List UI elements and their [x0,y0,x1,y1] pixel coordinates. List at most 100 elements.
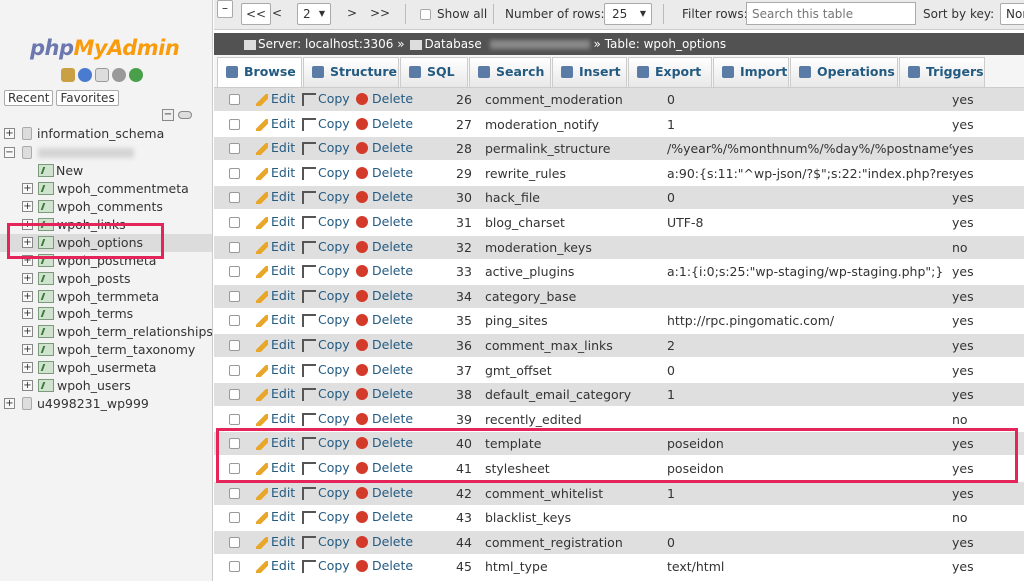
tree-db-current[interactable]: − [0,144,212,162]
option-value-cell[interactable]: a:1:{i:0;s:25:"wp-staging/wp-staging.php… [667,264,943,279]
option-name-cell[interactable]: comment_registration [485,535,623,550]
tree-table[interactable]: + wpoh_links [0,216,212,234]
row-checkbox[interactable] [229,463,240,474]
row-checkbox[interactable] [229,118,240,130]
next-page-button[interactable]: > [341,3,363,25]
settings-icon[interactable] [112,68,126,82]
option-name-cell[interactable]: html_type [485,559,548,574]
breadcrumb-server[interactable]: Server: localhost:3306 » [258,37,405,51]
info-icon[interactable] [78,68,92,82]
delete-link[interactable]: Delete [372,558,413,573]
option-id-cell[interactable]: 37 [456,363,472,378]
scroll-up-button[interactable]: – [217,0,233,18]
option-value-cell[interactable]: poseidon [667,436,724,451]
option-name-cell[interactable]: active_plugins [485,264,574,279]
copy-link[interactable]: Copy [318,312,350,327]
delete-link[interactable]: Delete [372,239,413,254]
option-value-cell[interactable]: 1 [667,387,675,402]
option-name-cell[interactable]: blog_charset [485,215,565,230]
autoload-cell[interactable]: yes [952,486,974,501]
option-name-cell[interactable]: moderation_keys [485,240,592,255]
edit-link[interactable]: Edit [271,312,295,327]
recent-tab[interactable]: Recent [4,90,54,106]
option-name-cell[interactable]: stylesheet [485,461,550,476]
delete-link[interactable]: Delete [372,411,413,426]
row-checkbox[interactable] [229,266,240,278]
tab-browse[interactable]: Browse [217,57,302,87]
option-id-cell[interactable]: 36 [456,338,472,353]
option-name-cell[interactable]: template [485,436,541,451]
option-id-cell[interactable]: 42 [456,486,472,501]
option-name-cell[interactable]: default_email_category [485,387,631,402]
autoload-cell[interactable]: no [952,240,968,255]
option-id-cell[interactable]: 26 [456,92,472,107]
delete-link[interactable]: Delete [372,189,413,204]
row-checkbox[interactable] [229,241,240,253]
option-name-cell[interactable]: ping_sites [485,313,548,328]
edit-link[interactable]: Edit [271,214,295,229]
edit-link[interactable]: Edit [271,362,295,377]
tree-table[interactable]: + wpoh_term_taxonomy [0,341,212,359]
option-value-cell[interactable]: 0 [667,535,675,550]
autoload-cell[interactable]: yes [952,264,974,279]
edit-link[interactable]: Edit [271,189,295,204]
option-id-cell[interactable]: 40 [456,436,472,451]
edit-link[interactable]: Edit [271,116,295,131]
tree-table[interactable]: + wpoh_commentmeta [0,180,212,198]
tab-operations[interactable]: Operations [790,57,898,87]
row-checkbox[interactable] [229,167,240,179]
expand-icon[interactable]: + [22,237,33,248]
row-checkbox[interactable] [229,290,240,302]
delete-link[interactable]: Delete [372,116,413,131]
tab-structure[interactable]: Structure [303,57,399,87]
option-value-cell[interactable]: UTF-8 [667,215,703,230]
delete-link[interactable]: Delete [372,534,413,549]
delete-link[interactable]: Delete [372,337,413,352]
row-checkbox[interactable] [229,192,240,204]
row-checkbox[interactable] [229,340,240,351]
autoload-cell[interactable]: no [952,412,968,427]
edit-link[interactable]: Edit [271,411,295,426]
collapse-all-icon[interactable]: − [162,109,174,121]
autoload-cell[interactable]: no [952,510,968,525]
delete-link[interactable]: Delete [372,288,413,303]
autoload-cell[interactable]: yes [952,289,974,304]
copy-link[interactable]: Copy [318,214,350,229]
docs-icon[interactable] [95,68,109,82]
option-name-cell[interactable]: comment_max_links [485,338,613,353]
show-all-checkbox[interactable] [420,9,431,20]
page-select[interactable]: 2 ▼ [297,3,331,25]
option-name-cell[interactable]: rewrite_rules [485,166,566,181]
tree-table[interactable]: + wpoh_terms [0,305,212,323]
tab-triggers[interactable]: Triggers [899,57,985,87]
copy-link[interactable]: Copy [318,386,350,401]
edit-link[interactable]: Edit [271,485,295,500]
row-checkbox[interactable] [229,438,240,450]
row-checkbox[interactable] [229,512,240,524]
breadcrumb-database[interactable]: Database [424,37,481,51]
edit-link[interactable]: Edit [271,239,295,254]
last-page-button[interactable]: >> [365,3,395,25]
autoload-cell[interactable]: yes [952,92,974,107]
copy-link[interactable]: Copy [318,534,350,549]
tree-new-table[interactable]: New [0,162,212,180]
row-checkbox[interactable] [229,315,240,327]
expand-icon[interactable]: + [22,326,33,337]
copy-link[interactable]: Copy [318,140,350,155]
tree-table[interactable]: + wpoh_usermeta [0,359,212,377]
option-id-cell[interactable]: 43 [456,510,472,525]
option-id-cell[interactable]: 35 [456,313,472,328]
copy-link[interactable]: Copy [318,239,350,254]
option-name-cell[interactable]: category_base [485,289,576,304]
tree-table[interactable]: + wpoh_termmeta [0,288,212,306]
edit-link[interactable]: Edit [271,140,295,155]
option-name-cell[interactable]: recently_edited [485,412,582,427]
tab-import[interactable]: Import [713,57,789,87]
delete-link[interactable]: Delete [372,435,413,450]
delete-link[interactable]: Delete [372,165,413,180]
option-id-cell[interactable]: 31 [456,215,472,230]
link-with-main-icon[interactable] [178,111,192,119]
row-checkbox[interactable] [229,364,240,376]
edit-link[interactable]: Edit [271,263,295,278]
edit-link[interactable]: Edit [271,460,295,475]
